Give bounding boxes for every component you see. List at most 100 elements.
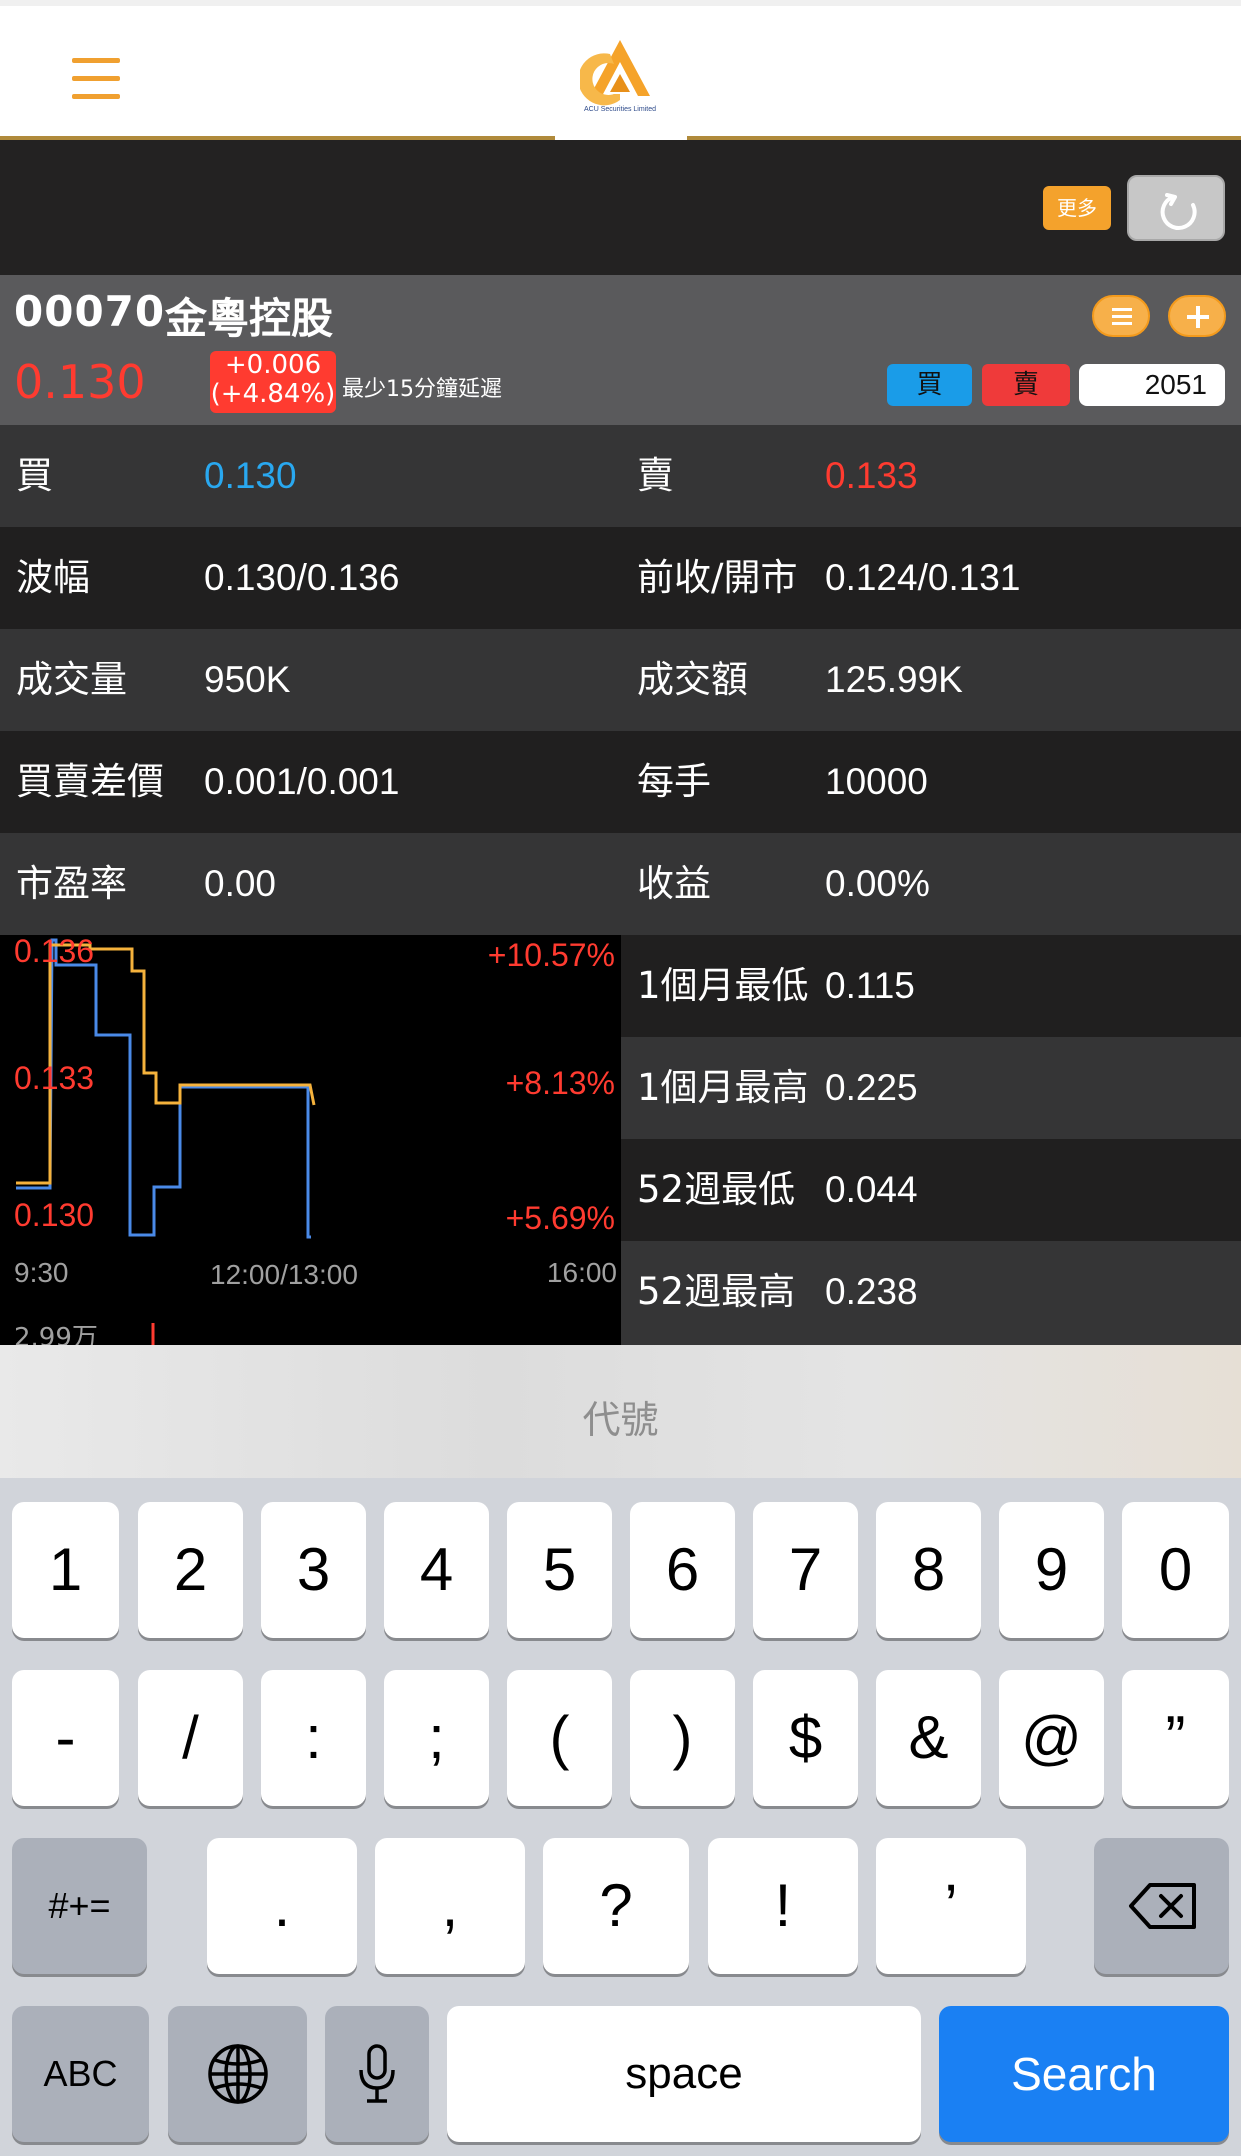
stock-header: 00070 金粵控股 0.130 +0.006 (+4.84%) 最少15分鐘延… — [0, 275, 1241, 425]
key-5[interactable]: 5 — [507, 1502, 612, 1638]
key-period[interactable]: . — [207, 1838, 357, 1974]
key-question[interactable]: ? — [543, 1838, 689, 1974]
key-comma[interactable]: , — [375, 1838, 525, 1974]
key-abc[interactable]: ABC — [12, 2006, 149, 2142]
key-exclamation[interactable]: ! — [708, 1838, 858, 1974]
key-dollar[interactable]: $ — [753, 1670, 858, 1806]
chart-pct-high: +10.57% — [487, 937, 615, 973]
ask-label: 賣 — [637, 454, 674, 497]
volume-label: 成交量 — [16, 658, 127, 701]
week52-low-label: 52週最低 — [637, 1168, 796, 1211]
key-8[interactable]: 8 — [876, 1502, 981, 1638]
microphone-icon — [359, 2044, 395, 2103]
key-dictation[interactable] — [325, 2006, 429, 2142]
range-value: 0.130/0.136 — [204, 557, 400, 598]
add-to-watchlist-button[interactable] — [1168, 295, 1226, 337]
globe-icon — [208, 2044, 268, 2104]
turnover-label: 成交額 — [637, 658, 748, 701]
stock-price: 0.130 — [14, 355, 146, 409]
volume-value: 950K — [204, 659, 291, 700]
pe-label: 市盈率 — [16, 862, 127, 905]
bid-label: 買 — [16, 454, 53, 497]
quote-row-bid-ask: 買 0.130 賣 0.133 — [0, 425, 1241, 527]
yield-label: 收益 — [637, 862, 711, 905]
key-space[interactable]: space — [447, 2006, 921, 2142]
lot-size-label: 每手 — [637, 760, 711, 803]
price-change: +0.006 — [224, 350, 322, 380]
key-6[interactable]: 6 — [630, 1502, 735, 1638]
key-search[interactable]: Search — [939, 2006, 1229, 2142]
numeric-keyboard: 1 2 3 4 5 6 7 8 9 0 - / : ; ( ) $ & @ ” … — [0, 1478, 1241, 2156]
refresh-button[interactable] — [1127, 175, 1225, 241]
list-icon — [1112, 308, 1132, 325]
toolbar: 更多 — [0, 140, 1241, 275]
key-globe[interactable] — [168, 2006, 307, 2142]
lot-size-value: 10000 — [825, 761, 928, 802]
prev-close-open-value: 0.124/0.131 — [825, 557, 1021, 598]
chart-time-open: 9:30 — [14, 1257, 69, 1288]
week52-high-value: 0.238 — [825, 1271, 918, 1312]
key-1[interactable]: 1 — [12, 1502, 119, 1638]
search-placeholder: 代號 — [582, 1398, 659, 1442]
bid-value: 0.130 — [204, 455, 297, 496]
backspace-icon — [1129, 1883, 1196, 1929]
menu-icon[interactable] — [72, 58, 120, 100]
chart-price-low: 0.130 — [14, 1197, 95, 1233]
chart-price-high: 0.136 — [14, 935, 95, 969]
key-2[interactable]: 2 — [138, 1502, 243, 1638]
delete-key[interactable] — [1094, 1838, 1229, 1974]
spread-label: 買賣差價 — [16, 760, 164, 803]
price-change-badge: +0.006 (+4.84%) — [210, 351, 336, 413]
delay-note: 最少15分鐘延遲 — [342, 377, 502, 402]
more-button[interactable]: 更多 — [1043, 186, 1111, 230]
key-more-symbols[interactable]: #+= — [12, 1838, 147, 1974]
quantity-input[interactable] — [1079, 364, 1225, 406]
intraday-chart[interactable]: 0.136 0.133 0.130 +10.57% +8.13% +5.69% … — [0, 935, 621, 1345]
key-9[interactable]: 9 — [999, 1502, 1104, 1638]
week52-high-label: 52週最高 — [637, 1270, 796, 1313]
spread-value: 0.001/0.001 — [204, 761, 400, 802]
key-hyphen[interactable]: - — [12, 1670, 119, 1806]
stock-code: 00070 — [14, 287, 166, 336]
stock-name: 金粵控股 — [165, 294, 334, 343]
key-ampersand[interactable]: & — [876, 1670, 981, 1806]
week52-low-row: 52週最低 0.044 — [621, 1139, 1241, 1241]
quote-row-range: 波幅 0.130/0.136 前收/開市 0.124/0.131 — [0, 527, 1241, 629]
month-high-row: 1個月最高 0.225 — [621, 1037, 1241, 1139]
month-high-label: 1個月最高 — [637, 1066, 809, 1109]
chart-price-mid: 0.133 — [14, 1060, 95, 1096]
range-label: 波幅 — [16, 556, 90, 599]
quote-row-volume: 成交量 950K 成交額 125.99K — [0, 629, 1241, 731]
turnover-value: 125.99K — [825, 659, 963, 700]
key-open-paren[interactable]: ( — [507, 1670, 612, 1806]
key-0[interactable]: 0 — [1122, 1502, 1229, 1638]
watchlist-button[interactable] — [1092, 295, 1150, 337]
refresh-icon — [1160, 193, 1197, 230]
week52-high-row: 52週最高 0.238 — [621, 1241, 1241, 1345]
key-quote[interactable]: ” — [1122, 1670, 1229, 1806]
prev-close-open-label: 前收/開市 — [637, 556, 798, 599]
logo-text: ACU Securities Limited — [584, 106, 656, 113]
quote-row-pe: 市盈率 0.00 收益 0.00% — [0, 833, 1241, 935]
key-colon[interactable]: : — [261, 1670, 366, 1806]
key-close-paren[interactable]: ) — [630, 1670, 735, 1806]
quote-row-spread: 買賣差價 0.001/0.001 每手 10000 — [0, 731, 1241, 833]
price-change-pct: (+4.84%) — [210, 379, 336, 409]
key-3[interactable]: 3 — [261, 1502, 366, 1638]
month-low-label: 1個月最低 — [637, 964, 809, 1007]
key-slash[interactable]: / — [138, 1670, 243, 1806]
sell-button[interactable]: 賣 — [982, 364, 1070, 406]
buy-button[interactable]: 買 — [887, 364, 972, 406]
stock-code-search-input[interactable]: 代號 — [0, 1345, 1241, 1478]
key-semicolon[interactable]: ; — [384, 1670, 489, 1806]
chart-pct-mid: +8.13% — [505, 1065, 615, 1101]
ask-value: 0.133 — [825, 455, 918, 496]
month-high-value: 0.225 — [825, 1067, 918, 1108]
key-apostrophe[interactable]: ’ — [876, 1838, 1026, 1974]
key-7[interactable]: 7 — [753, 1502, 858, 1638]
plus-icon — [1187, 306, 1209, 328]
key-at[interactable]: @ — [999, 1670, 1104, 1806]
month-low-value: 0.115 — [825, 965, 915, 1006]
yield-value: 0.00% — [825, 863, 930, 904]
key-4[interactable]: 4 — [384, 1502, 489, 1638]
